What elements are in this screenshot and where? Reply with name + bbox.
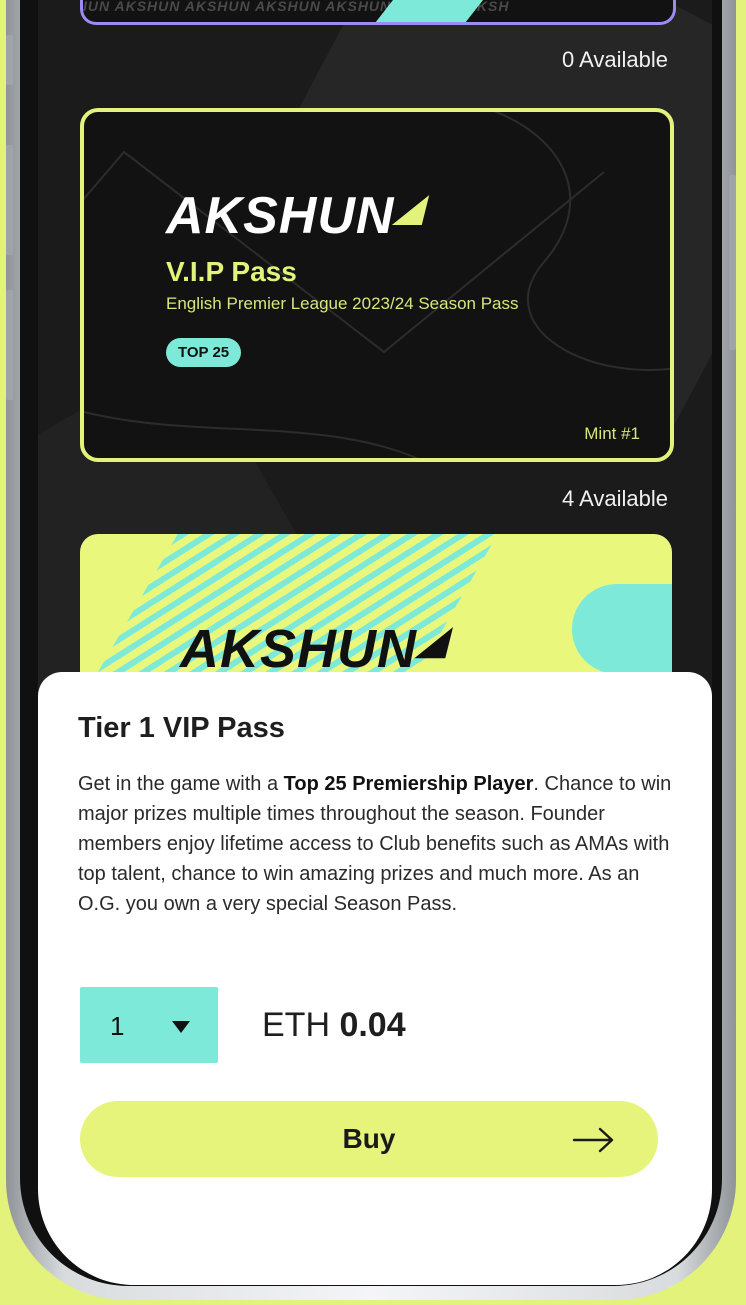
availability-label: 0 Available	[561, 47, 668, 72]
tier-badge: TOP 25	[166, 338, 242, 367]
phone-power-button	[729, 175, 736, 350]
pass-description: Get in the game with a Top 25 Premiershi…	[78, 769, 678, 919]
mint-number: Mint #1	[584, 424, 640, 443]
description-text: Get in the game with a	[78, 773, 284, 795]
vip-pass-card[interactable]: AKSHUN◢ V.I.P Pass English Premier Leagu…	[80, 108, 674, 462]
card-shape	[572, 584, 672, 674]
chevron-down-icon	[172, 1021, 190, 1033]
buy-button[interactable]: Buy	[80, 1101, 658, 1177]
akshun-logo: AKSHUN◢	[180, 619, 448, 679]
price-amount: 0.04	[339, 1006, 406, 1044]
arrow-right-icon	[572, 1127, 614, 1153]
description-highlight: Top 25 Premiership Player	[283, 773, 534, 795]
app-screen: IUN AKSHUN AKSHUN AKSHUN AKSHUN AKSHUN A…	[38, 0, 712, 1285]
price-label: ETH 0.04	[262, 1006, 406, 1045]
phone-side-button	[6, 35, 13, 85]
pass-subtitle: English Premier League 2023/24 Season Pa…	[166, 294, 519, 313]
availability-label: 4 Available	[561, 486, 668, 511]
price-currency: ETH	[262, 1006, 330, 1044]
phone-side-button	[6, 145, 13, 255]
pass-title: V.I.P Pass	[166, 256, 297, 287]
quantity-select[interactable]: 1	[80, 987, 218, 1063]
quantity-value: 1	[110, 1011, 125, 1041]
pass-card-previous[interactable]: IUN AKSHUN AKSHUN AKSHUN AKSHUN AKSHUN A…	[80, 0, 676, 25]
akshun-logo: AKSHUN◢	[166, 187, 424, 245]
phone-side-button	[6, 290, 13, 400]
sheet-title: Tier 1 VIP Pass	[78, 712, 285, 744]
purchase-sheet: Tier 1 VIP Pass Get in the game with a T…	[38, 672, 712, 1285]
